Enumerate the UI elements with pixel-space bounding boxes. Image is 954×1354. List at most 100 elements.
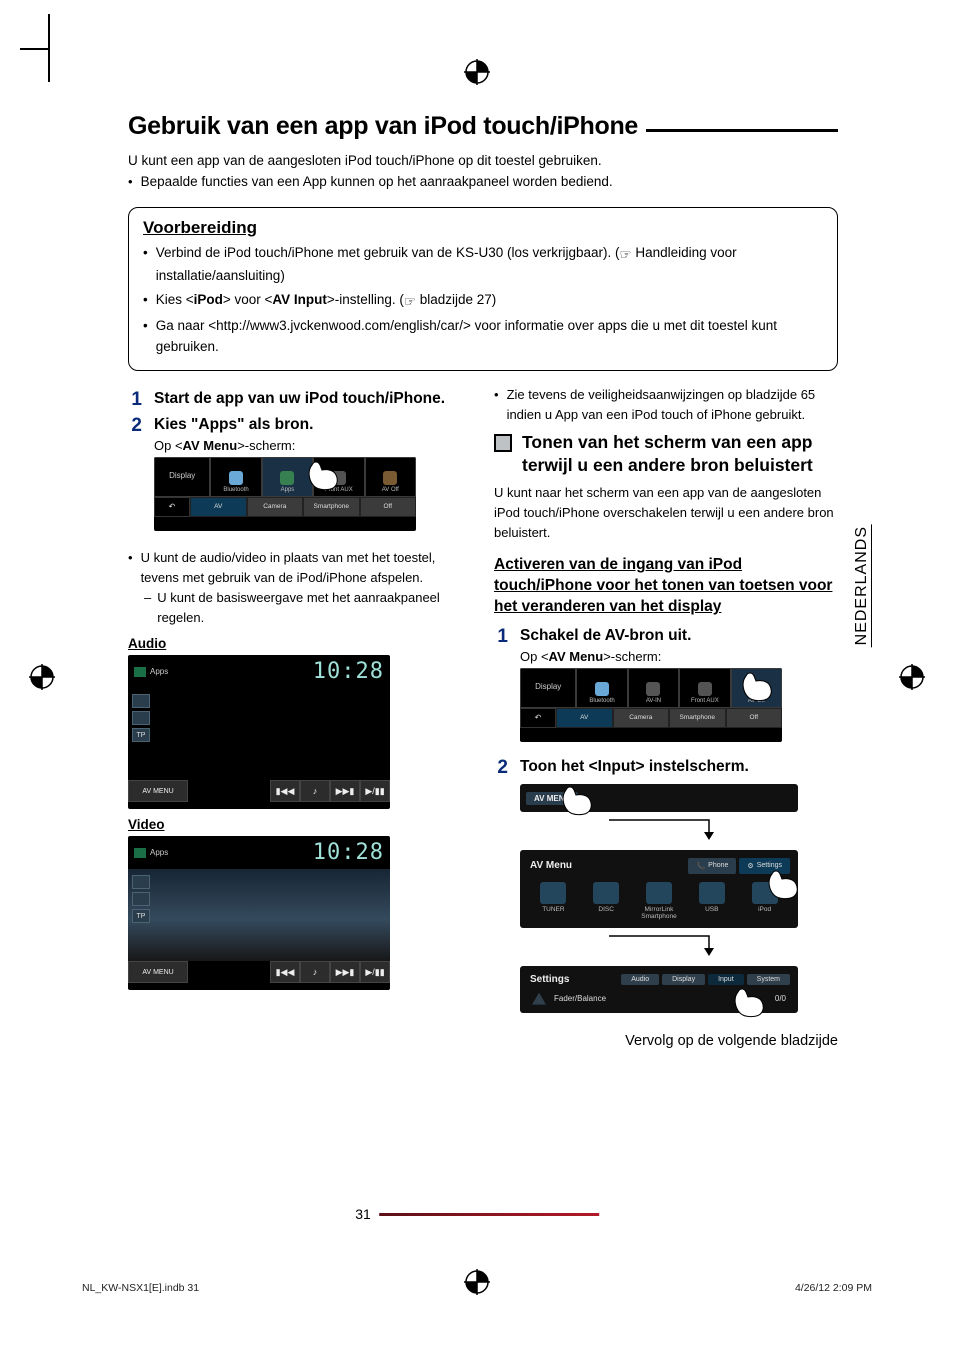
play-pause-icon: ▶/▮▮ (360, 780, 390, 802)
av-item-label: iPod (758, 906, 771, 913)
av-item-label: DISC (598, 906, 614, 913)
video-thumbnail (128, 869, 390, 961)
page-number: 31 (355, 1206, 371, 1222)
bullet-icon: • (143, 242, 148, 287)
prev-icon: ▮◀◀ (270, 780, 300, 802)
side-icon (132, 694, 150, 708)
dash-icon: – (144, 588, 151, 628)
fader-value: 0/0 (775, 994, 786, 1003)
fig-display-label: Display (535, 682, 561, 691)
fig-cell-label: AV-IN (646, 698, 661, 704)
apps-small-icon (134, 848, 146, 858)
note-text: Zie tevens de veiligheidsaanwijzingen op… (507, 385, 838, 425)
note-subtext: U kunt de basisweergave met het aanraakp… (157, 588, 472, 628)
settings-tab-audio: Audio (621, 974, 659, 985)
crop-mark (20, 48, 48, 50)
fig-tab: Off (360, 497, 417, 517)
fig-tab: Smartphone (303, 497, 360, 517)
side-icon (132, 892, 150, 906)
prep-item: Ga naar <http://www3.jvckenwood.com/engl… (156, 315, 823, 358)
right-column: • Zie tevens de veiligheidsaanwijzingen … (494, 385, 838, 1049)
heading-rule (646, 129, 838, 132)
video-app-figure: Apps 10:28 TP AV MENU ▮◀◀ ♪ ▶▶▮ (128, 836, 390, 990)
note-icon: ♪ (300, 780, 330, 802)
avoff-icon (383, 471, 397, 485)
fig-cell-label: Apps (281, 487, 295, 493)
usb-icon (699, 882, 725, 904)
disc-icon (593, 882, 619, 904)
note-text: U kunt de audio/video in plaats van met … (141, 548, 472, 588)
audio-app-figure: Apps 10:28 TP AV MENU ▮◀◀ ♪ ▶▶▮ ▶ (128, 655, 390, 809)
step-subtext: Op <AV Menu>-scherm: (520, 649, 838, 664)
step-title: Kies "Apps" als bron. (154, 415, 472, 436)
fader-label: Fader/Balance (554, 994, 606, 1003)
back-icon: ↶ (520, 708, 556, 728)
pointing-finger-icon (738, 670, 778, 704)
fig-source-label: Apps (150, 848, 168, 857)
side-icon (132, 875, 150, 889)
settings-tab-input: Input (708, 974, 744, 985)
settings-tab-system: System (747, 974, 790, 985)
pointing-finger-icon (764, 868, 804, 902)
bluetooth-icon (595, 682, 609, 696)
flow-arrow-icon (520, 816, 798, 844)
av-item-label: USB (705, 906, 718, 913)
step-number: 2 (494, 757, 508, 1013)
back-icon: ↶ (154, 497, 190, 517)
av-menu-button: AV MENU (128, 780, 188, 802)
settings-title: Settings (524, 970, 575, 989)
step-title: Toon het <Input> instelscherm. (520, 757, 838, 778)
registration-mark-icon (28, 663, 56, 691)
preparation-box: Voorbereiding • Verbind de iPod touch/iP… (128, 207, 838, 371)
registration-mark-icon (463, 58, 491, 86)
fig-clock: 10:28 (313, 840, 384, 865)
intro-bullet: Bepaalde functies van een App kunnen op … (141, 172, 613, 193)
bullet-icon: • (128, 548, 133, 588)
section-heading: Tonen van het scherm van een app terwijl… (522, 431, 838, 477)
bullet-icon: • (494, 385, 499, 425)
language-tab: NEDERLANDS (853, 524, 872, 647)
page-title-text: Gebruik van een app van iPod touch/iPhon… (128, 112, 638, 141)
fig-cell-label: Bluetooth (589, 698, 614, 704)
fig-cell-label: AV Off (382, 487, 399, 493)
av-item-label: MirrorLink Smartphone (636, 906, 683, 920)
fig-source-label: Apps (150, 667, 168, 676)
flow-arrow-icon (520, 932, 798, 960)
section-paragraph: U kunt naar het scherm van een app van d… (494, 483, 838, 543)
subsection-heading: Activeren van de ingang van iPod touch/i… (494, 555, 838, 618)
tuner-icon (540, 882, 566, 904)
avin-icon (646, 682, 660, 696)
bullet-icon: • (128, 172, 133, 193)
page-title: Gebruik van een app van iPod touch/iPhon… (128, 112, 838, 141)
bullet-icon: • (143, 289, 148, 313)
aux-icon (698, 682, 712, 696)
fig-tab: AV (190, 497, 247, 517)
av-menu-title: AV Menu (524, 856, 578, 875)
step-subtext: Op <AV Menu>-scherm: (154, 438, 472, 453)
next-icon: ▶▶▮ (330, 961, 360, 983)
fig-cell-label: Bluetooth (223, 487, 248, 493)
prev-icon: ▮◀◀ (270, 961, 300, 983)
page-accent-bar (379, 1213, 599, 1216)
section-marker-icon (494, 434, 512, 452)
fig-tab: Smartphone (669, 708, 726, 728)
av-item-label: TUNER (542, 906, 564, 913)
bullet-icon: • (143, 315, 148, 358)
pointing-hand-icon: ☞ (404, 291, 416, 313)
preparation-title: Voorbereiding (143, 218, 823, 238)
footer-timestamp: 4/26/12 2:09 PM (795, 1282, 872, 1294)
tp-icon: TP (132, 728, 150, 742)
step-number: 1 (128, 389, 142, 411)
prep-item: Verbind de iPod touch/iPhone met gebruik… (156, 242, 823, 287)
continue-note: Vervolg op de volgende bladzijde (494, 1033, 838, 1049)
left-column: 1 Start de app van uw iPod touch/iPhone.… (128, 385, 472, 1049)
mirrorlink-icon (646, 882, 672, 904)
audio-label: Audio (128, 636, 472, 651)
registration-mark-icon (898, 663, 926, 691)
prep-item: Kies <iPod> voor <AV Input>-instelling. … (156, 289, 497, 313)
fig-cell-label: Front AUX (691, 698, 719, 704)
triangle-up-icon (532, 993, 546, 1005)
input-settings-figure: AV MENU AV Menu 📞Phone (520, 778, 798, 1013)
note-icon: ♪ (300, 961, 330, 983)
fig-tab: Camera (613, 708, 670, 728)
